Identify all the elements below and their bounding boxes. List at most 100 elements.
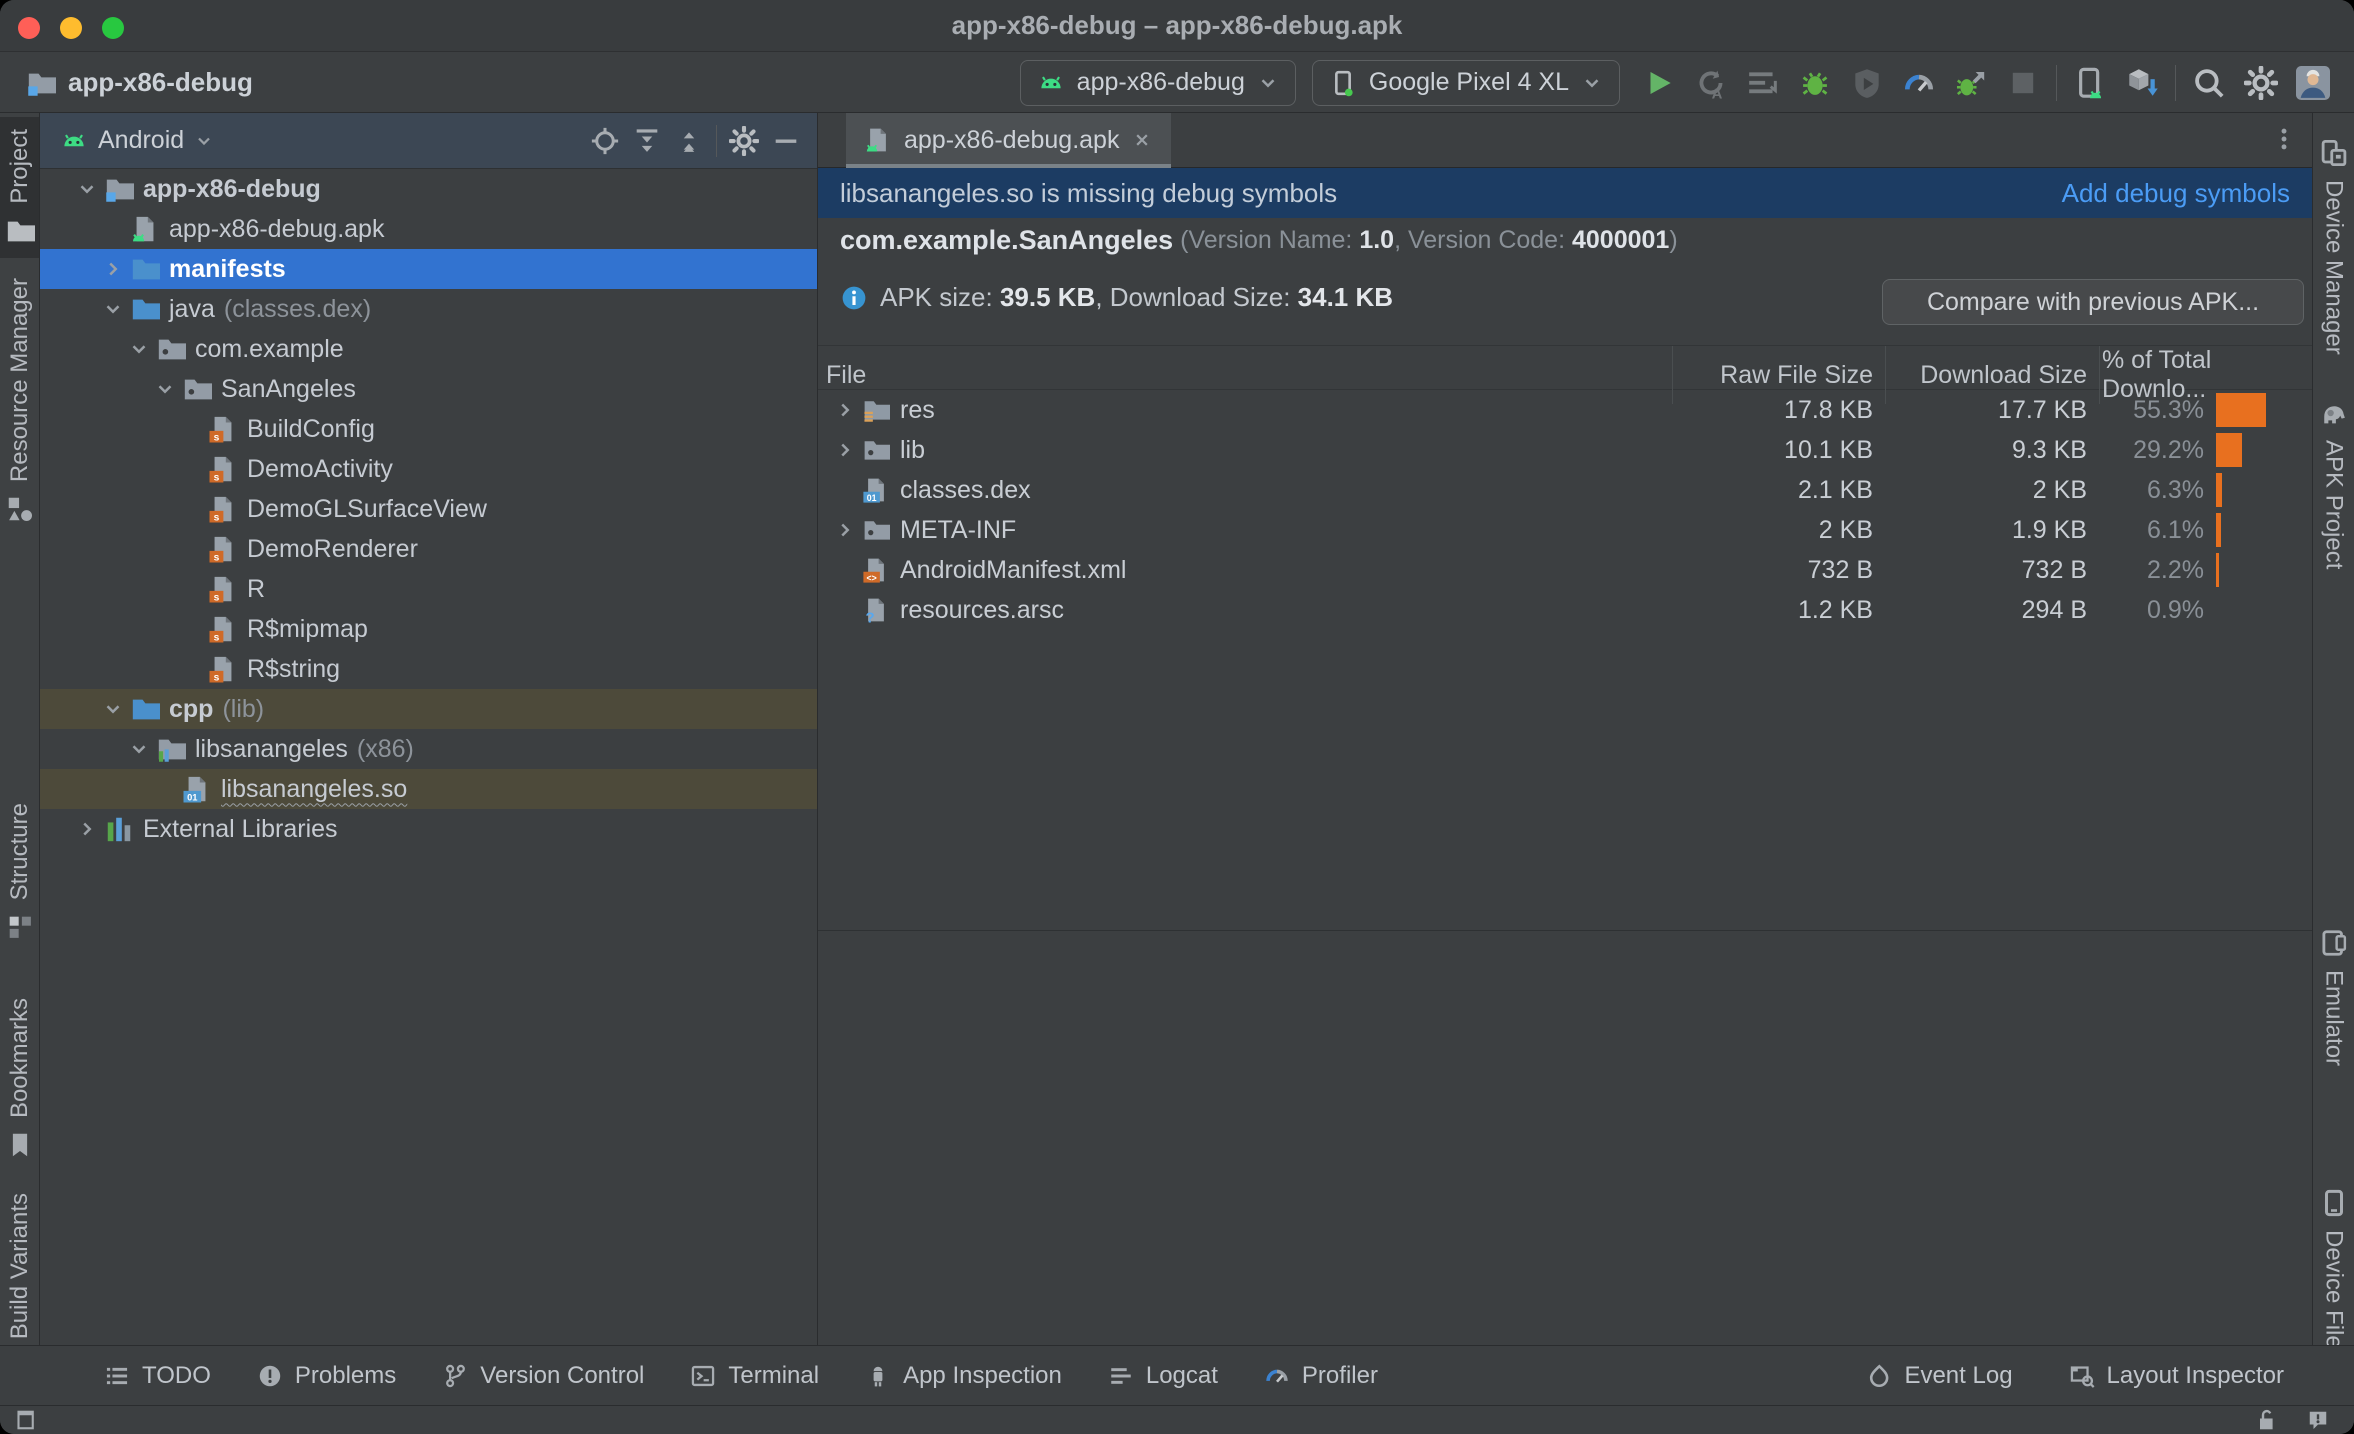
tree-item-manifests[interactable]: manifests [40, 249, 817, 289]
tool-stripe-apk-project[interactable]: APK Project [2313, 386, 2354, 581]
tree-item-cpp[interactable]: cpp (lib) [40, 689, 817, 729]
chevron-down-icon[interactable] [102, 698, 130, 720]
tree-item-libsanangeles-so[interactable]: 01 libsanangeles.so [40, 769, 817, 809]
tool-stripe-structure[interactable]: Structure [0, 791, 39, 954]
tree-item-sanangeles[interactable]: SanAngeles [40, 369, 817, 409]
tree-item-external-libraries[interactable]: External Libraries [40, 809, 817, 849]
debug-button[interactable] [1792, 60, 1838, 106]
package-folder-icon [182, 374, 212, 404]
tree-item-r-mipmap[interactable]: s R$mipmap [40, 609, 817, 649]
tool-window-button-event-log[interactable]: Event Log [1866, 1362, 2013, 1390]
tree-item-demoactivity[interactable]: s DemoActivity [40, 449, 817, 489]
chevron-right-icon[interactable] [76, 818, 104, 840]
chevron-right-icon[interactable] [834, 439, 862, 461]
lock-open-icon[interactable] [2254, 1408, 2278, 1432]
tool-stripe-emulator[interactable]: Emulator [2313, 916, 2354, 1078]
table-row-lib[interactable]: lib 10.1 KB 9.3 KB 29.2% [818, 430, 2312, 470]
raw-file-size: 2 KB [1818, 515, 1873, 544]
svg-text:?: ? [866, 611, 875, 624]
target-device-select[interactable]: Google Pixel 4 XL [1311, 59, 1620, 106]
tree-item-app-x86-debug-apk[interactable]: app-x86-debug.apk [40, 209, 817, 249]
table-row-res[interactable]: res 17.8 KB 17.7 KB 55.3% [818, 390, 2312, 430]
expand-all-button[interactable] [626, 120, 668, 162]
hide-panel-button[interactable] [765, 120, 807, 162]
sdk-manager-button[interactable] [2119, 60, 2165, 106]
tree-item-r-string[interactable]: s R$string [40, 649, 817, 689]
search-everywhere-button[interactable] [2186, 60, 2232, 106]
apk-size-line: APK size: 39.5 KB, Download Size: 34.1 K… [840, 282, 1393, 313]
tree-item-demoglsurfaceview[interactable]: s DemoGLSurfaceView [40, 489, 817, 529]
svg-text:s: s [214, 473, 220, 484]
tree-item-label: DemoGLSurfaceView [247, 494, 487, 523]
run-configuration-select[interactable]: app-x86-debug [1019, 59, 1296, 106]
feedback-icon[interactable] [2306, 1408, 2330, 1432]
tool-window-button-profiler[interactable]: Profiler [1264, 1362, 1378, 1390]
chevron-down-icon[interactable] [154, 378, 182, 400]
select-opened-file-button[interactable] [584, 120, 626, 162]
search-icon [2192, 66, 2226, 100]
tree-item-buildconfig[interactable]: s BuildConfig [40, 409, 817, 449]
table-row-resources-arsc[interactable]: ? resources.arsc 1.2 KB 294 B 0.9% [818, 590, 2312, 630]
left-tool-stripe: Project Resource Manager Structure Bookmark… [0, 113, 40, 1373]
svg-text:s: s [214, 553, 220, 564]
tree-item-java[interactable]: java (classes.dex) [40, 289, 817, 329]
table-row-meta-inf[interactable]: META-INF 2 KB 1.9 KB 6.1% [818, 510, 2312, 550]
view-selector-chevron-icon[interactable] [194, 131, 214, 151]
tool-window-button-todo[interactable]: TODO [104, 1362, 211, 1390]
chevron-right-icon[interactable] [102, 258, 130, 280]
add-debug-symbols-link[interactable]: Add debug symbols [2062, 178, 2290, 209]
file-table-header: File Raw File Size Download Size % of To… [818, 345, 2312, 404]
detail-pane-divider[interactable] [818, 930, 2312, 931]
tool-stripe-device-manager[interactable]: Device Manager [2313, 126, 2354, 367]
tool-stripe-resource-manager[interactable]: Resource Manager [0, 266, 39, 536]
run-button[interactable] [1636, 60, 1682, 106]
tab-options-icon[interactable] [2270, 125, 2298, 153]
bookmarks-label: Bookmarks [5, 998, 33, 1119]
compare-apk-button[interactable]: Compare with previous APK... [1882, 279, 2304, 325]
project-folder-icon [5, 216, 35, 246]
file-name: classes.dex [900, 475, 1031, 504]
chevron-down-icon[interactable] [128, 738, 156, 760]
minimize-window-button[interactable] [60, 17, 82, 39]
device-manager-button[interactable] [2067, 60, 2113, 106]
zoom-window-button[interactable] [102, 17, 124, 39]
raw-file-size: 732 B [1807, 555, 1873, 584]
tree-item-app-x86-debug[interactable]: app-x86-debug [40, 169, 817, 209]
panel-settings-button[interactable] [723, 120, 765, 162]
chevron-right-icon[interactable] [834, 399, 862, 421]
chevron-down-icon[interactable] [102, 298, 130, 320]
user-avatar-button[interactable] [2290, 60, 2336, 106]
tab-app-x86-debug-apk[interactable]: app-x86-debug.apk [846, 112, 1172, 168]
tree-item-com-example[interactable]: com.example [40, 329, 817, 369]
close-tab-icon[interactable] [1131, 129, 1153, 151]
close-window-button[interactable] [18, 17, 40, 39]
chevron-down-icon[interactable] [128, 338, 156, 360]
settings-button[interactable] [2238, 60, 2284, 106]
tree-item-r[interactable]: sR [40, 569, 817, 609]
tool-stripe-bookmarks[interactable]: Bookmarks [0, 986, 39, 1172]
chevron-right-icon[interactable] [834, 519, 862, 541]
window-icon[interactable] [14, 1408, 38, 1432]
project-tool-window: Android app-x86-debug app-x86-debug.apk ma… [40, 113, 818, 1345]
profile-button [1844, 60, 1890, 106]
tool-window-button-problems[interactable]: Problems [257, 1362, 396, 1390]
tool-window-button-terminal[interactable]: Terminal [690, 1362, 819, 1390]
profiler-button[interactable] [1896, 60, 1942, 106]
tree-item-label: DemoRenderer [247, 534, 418, 563]
tree-item-demorenderer[interactable]: s DemoRenderer [40, 529, 817, 569]
svg-text:s: s [214, 513, 220, 524]
table-row-androidmanifest-xml[interactable]: <> AndroidManifest.xml 732 B 732 B 2.2% [818, 550, 2312, 590]
tree-item-libsanangeles[interactable]: libsanangeles (x86) [40, 729, 817, 769]
tool-stripe-project[interactable]: Project [0, 117, 39, 258]
attach-debugger-button[interactable] [1948, 60, 1994, 106]
tool-window-button-app-inspection[interactable]: App Inspection [865, 1362, 1062, 1390]
chevron-down-icon[interactable] [76, 178, 104, 200]
project-view-selector[interactable]: Android [98, 126, 184, 155]
table-row-classes-dex[interactable]: 01 classes.dex 2.1 KB 2 KB 6.3% [818, 470, 2312, 510]
tool-window-button-version-control[interactable]: Version Control [442, 1362, 644, 1390]
class-file-icon: s [208, 614, 238, 644]
tool-window-button-logcat[interactable]: Logcat [1108, 1362, 1218, 1390]
collapse-all-button[interactable] [668, 120, 710, 162]
tool-window-button-layout-inspector[interactable]: Layout Inspector [2069, 1362, 2284, 1390]
